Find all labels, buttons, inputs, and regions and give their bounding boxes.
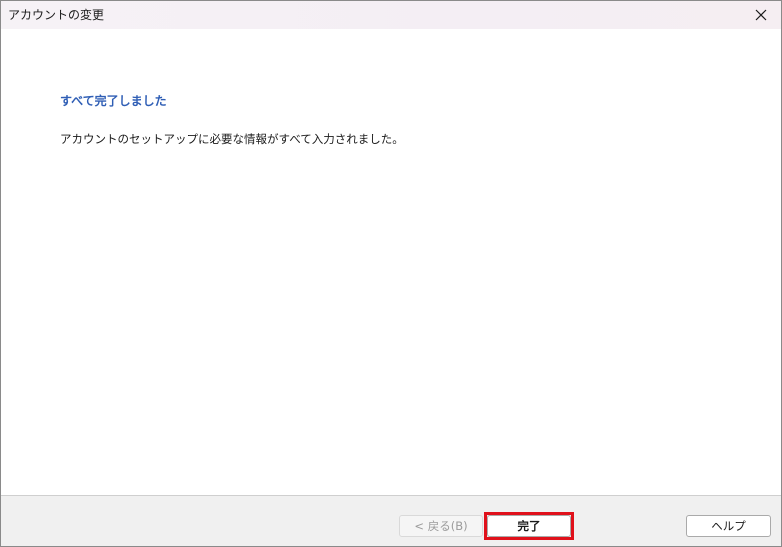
- back-button[interactable]: < 戻る(B): [399, 515, 483, 537]
- completion-message: アカウントのセットアップに必要な情報がすべて入力されました。: [60, 132, 404, 146]
- help-button[interactable]: ヘルプ: [686, 515, 771, 537]
- title-bar: アカウントの変更: [1, 1, 781, 29]
- wizard-footer: < 戻る(B) 完了 ヘルプ: [1, 495, 781, 546]
- completion-heading: すべて完了しました: [60, 94, 167, 108]
- wizard-content: すべて完了しました アカウントのセットアップに必要な情報がすべて入力されました。: [1, 29, 781, 495]
- close-icon: [755, 9, 767, 21]
- close-button[interactable]: [741, 1, 781, 29]
- window-title: アカウントの変更: [8, 8, 105, 22]
- account-change-dialog: アカウントの変更 すべて完了しました アカウントのセットアップに必要な情報がすべ…: [0, 0, 782, 547]
- finish-button[interactable]: 完了: [487, 515, 571, 537]
